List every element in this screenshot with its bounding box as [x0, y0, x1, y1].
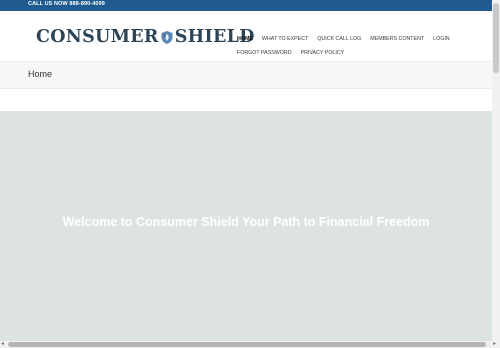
hero-section: Welcome to Consumer Shield Your Path to … — [0, 111, 492, 341]
horizontal-scrollbar[interactable]: ◂ ▸ — [0, 341, 500, 348]
site-logo[interactable]: CONSUMER SHIELD — [36, 27, 255, 47]
horizontal-scrollbar-thumb[interactable] — [8, 342, 486, 347]
nav-item-members-content[interactable]: MEMBERS CONTENT — [370, 36, 424, 42]
call-us-text: CALL US NOW 888-890-4099 — [28, 1, 105, 7]
site-header: CONSUMER SHIELD HOME WHAT TO EXPECT QUIC… — [0, 11, 492, 61]
nav-item-what-to-expect[interactable]: WHAT TO EXPECT — [262, 36, 308, 42]
scroll-right-arrow-icon[interactable]: ▸ — [493, 341, 496, 348]
page-title: Home — [28, 69, 53, 79]
vertical-scrollbar[interactable] — [492, 0, 500, 341]
logo-text-consumer: CONSUMER — [36, 27, 159, 47]
nav-item-quick-call-log[interactable]: QUICK CALL LOG — [317, 36, 361, 42]
shield-icon — [161, 31, 173, 45]
nav-item-forgot-password[interactable]: FORGOT PASSWORD — [237, 50, 292, 56]
nav-item-privacy-policy[interactable]: PRIVACY POLICY — [301, 50, 345, 56]
scroll-left-arrow-icon[interactable]: ◂ — [1, 341, 4, 348]
main-nav: HOME WHAT TO EXPECT QUICK CALL LOG MEMBE… — [237, 36, 492, 64]
nav-item-login[interactable]: LOGIN — [433, 36, 449, 42]
page-title-bar: Home — [0, 61, 492, 89]
vertical-scrollbar-thumb[interactable] — [493, 3, 499, 73]
nav-item-home[interactable]: HOME — [237, 36, 253, 42]
hero-heading: Welcome to Consumer Shield Your Path to … — [62, 215, 430, 229]
top-bar: CALL US NOW 888-890-4099 — [0, 0, 492, 11]
